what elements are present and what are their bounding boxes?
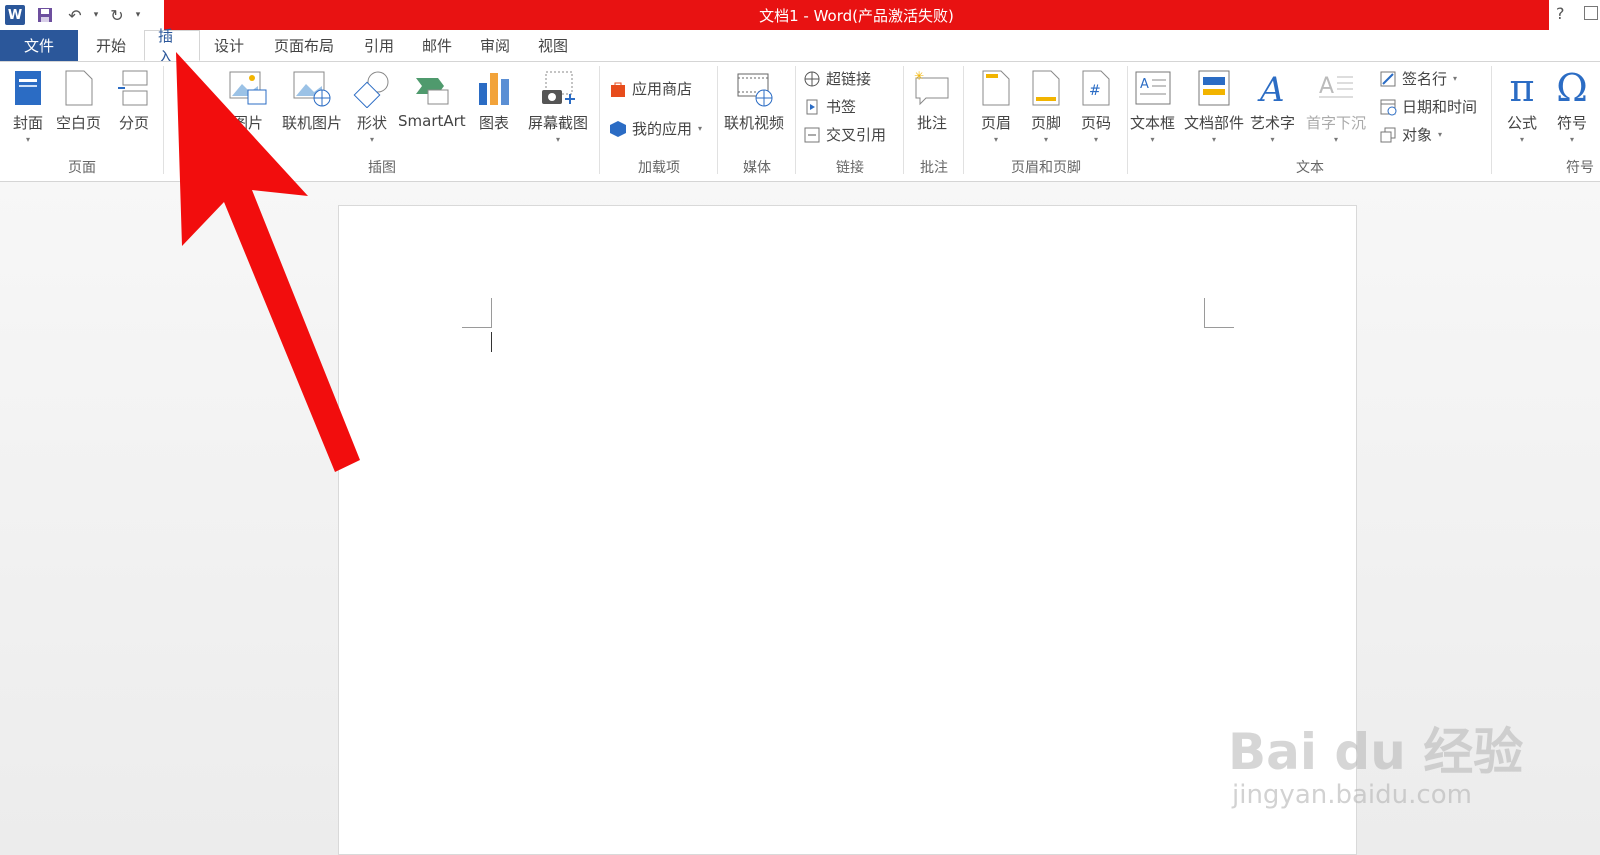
ribbon-display-icon[interactable]: [1584, 6, 1598, 20]
screenshot-icon: [538, 66, 578, 110]
date-time-button[interactable]: 日期和时间: [1378, 96, 1477, 117]
tab-mailings[interactable]: 邮件: [408, 30, 466, 61]
online-video-icon: [734, 66, 774, 110]
picture-icon: [228, 66, 268, 110]
screenshot-button[interactable]: 屏幕截图 ▾: [528, 66, 588, 145]
quick-access-toolbar: W ↶ ▾ ↻ ▾: [0, 0, 144, 30]
svg-text:A: A: [1140, 77, 1149, 92]
chart-icon: [474, 66, 514, 110]
tab-view[interactable]: 视图: [524, 30, 582, 61]
bookmark-icon: [802, 97, 822, 117]
customize-qat-icon[interactable]: ▾: [132, 0, 144, 30]
hyperlink-button[interactable]: 超链接: [802, 68, 871, 89]
quick-parts-icon: [1194, 66, 1234, 110]
online-picture-button[interactable]: 联机图片: [282, 66, 342, 133]
svg-text:A: A: [1257, 70, 1285, 107]
cover-page-button[interactable]: 封面 ▾: [8, 66, 48, 145]
group-header-footer: 页眉 ▾ 页脚 ▾ # 页码 ▾ 页眉和页脚: [964, 62, 1128, 181]
textbox-button[interactable]: A 文本框 ▾: [1130, 66, 1175, 145]
group-addins: 应用商店 我的应用 ▾ 加载项: [600, 62, 718, 181]
undo-icon[interactable]: ↶: [60, 0, 90, 30]
group-illustrations: 图片 联机图片 形状 ▾ SmartArt 图表 屏幕截图 ▾ 插图: [164, 62, 600, 181]
online-video-button[interactable]: 联机视频: [724, 66, 784, 133]
signature-icon: [1378, 69, 1398, 89]
group-comments: ✳ 批注 批注: [904, 62, 964, 181]
group-links: 超链接 书签 交叉引用 链接: [796, 62, 904, 181]
online-picture-icon: [292, 66, 332, 110]
wordart-button[interactable]: A 艺术字 ▾: [1250, 66, 1295, 145]
smartart-icon: [412, 66, 452, 110]
wordart-icon: A: [1253, 66, 1293, 110]
group-symbols: π 公式 ▾ Ω 符号 ▾ 符号: [1492, 62, 1600, 181]
word-app-icon[interactable]: W: [0, 0, 30, 30]
group-media: 联机视频 媒体: [718, 62, 796, 181]
shapes-icon: [352, 66, 392, 110]
blank-page-button[interactable]: 空白页: [56, 66, 101, 133]
redo-icon[interactable]: ↻: [102, 0, 132, 30]
object-button[interactable]: 对象 ▾: [1378, 124, 1442, 145]
pi-icon: π: [1509, 66, 1535, 110]
cross-reference-button[interactable]: 交叉引用: [802, 124, 886, 145]
comment-icon: ✳: [912, 66, 952, 110]
tab-file[interactable]: 文件: [0, 30, 78, 61]
comment-button[interactable]: ✳ 批注: [912, 66, 952, 133]
svg-text:✳: ✳: [914, 69, 924, 83]
store-icon: [608, 79, 628, 99]
tab-insert[interactable]: 插入: [144, 27, 200, 66]
baidu-watermark-url: jingyan.baidu.com: [1232, 780, 1472, 810]
header-icon: [976, 66, 1016, 110]
drop-cap-button[interactable]: A 首字下沉 ▾: [1306, 66, 1366, 145]
group-pages: 封面 ▾ 空白页 分页 页面: [0, 62, 164, 181]
page-break-button[interactable]: 分页: [114, 66, 154, 133]
table-button[interactable]: [166, 66, 206, 110]
symbol-button[interactable]: Ω 符号 ▾: [1552, 66, 1592, 145]
object-icon: [1378, 125, 1398, 145]
crop-mark-right: [1204, 298, 1234, 328]
cross-reference-icon: [802, 125, 822, 145]
my-apps-button[interactable]: 我的应用 ▾: [608, 118, 702, 139]
tab-home[interactable]: 开始: [78, 30, 144, 61]
save-icon[interactable]: [30, 0, 60, 30]
crop-mark-left: [462, 298, 492, 328]
page-number-button[interactable]: # 页码 ▾: [1076, 66, 1116, 145]
ribbon: 封面 ▾ 空白页 分页 页面 图片 联机图片 形状 ▾ SmartArt 图表 …: [0, 61, 1600, 182]
help-icon[interactable]: ?: [1556, 4, 1565, 23]
signature-line-button[interactable]: 签名行 ▾: [1378, 68, 1457, 89]
omega-icon: Ω: [1556, 66, 1588, 110]
svg-text:A: A: [1319, 74, 1334, 99]
title-bar: W ↶ ▾ ↻ ▾ 文档1 - Word(产品激活失败) ?: [0, 0, 1600, 30]
window-title: 文档1 - Word(产品激活失败): [164, 0, 1549, 30]
page-break-icon: [114, 66, 154, 110]
svg-text:#: #: [1089, 83, 1101, 99]
quick-parts-button[interactable]: 文档部件 ▾: [1184, 66, 1244, 145]
store-button[interactable]: 应用商店: [608, 78, 692, 99]
drop-cap-icon: A: [1316, 66, 1356, 110]
tab-references[interactable]: 引用: [350, 30, 408, 61]
my-apps-icon: [608, 119, 628, 139]
tab-layout[interactable]: 页面布局: [258, 30, 350, 61]
calendar-icon: [1378, 97, 1398, 117]
smartart-button[interactable]: SmartArt: [398, 66, 466, 130]
group-text: A 文本框 ▾ 文档部件 ▾ A 艺术字 ▾ A 首字下沉 ▾ 签名行 ▾ 日期…: [1128, 62, 1492, 181]
page-number-icon: #: [1076, 66, 1116, 110]
cover-page-icon: [8, 66, 48, 110]
picture-button[interactable]: 图片: [228, 66, 268, 133]
textbox-icon: A: [1133, 66, 1173, 110]
equation-button[interactable]: π 公式 ▾: [1502, 66, 1542, 145]
tab-design[interactable]: 设计: [200, 30, 258, 61]
tab-review[interactable]: 审阅: [466, 30, 524, 61]
footer-icon: [1026, 66, 1066, 110]
blank-page-icon: [59, 66, 99, 110]
header-button[interactable]: 页眉 ▾: [976, 66, 1016, 145]
text-cursor: [491, 332, 492, 352]
shapes-button[interactable]: 形状 ▾: [352, 66, 392, 145]
footer-button[interactable]: 页脚 ▾: [1026, 66, 1066, 145]
bookmark-button[interactable]: 书签: [802, 96, 856, 117]
ribbon-tabs: 文件 开始 插入 设计 页面布局 引用 邮件 审阅 视图: [0, 27, 1600, 66]
undo-dropdown-icon[interactable]: ▾: [90, 0, 102, 30]
table-icon: [166, 66, 206, 110]
baidu-watermark-logo: Bai du 经验: [1228, 723, 1524, 781]
hyperlink-icon: [802, 69, 822, 89]
chart-button[interactable]: 图表: [474, 66, 514, 133]
